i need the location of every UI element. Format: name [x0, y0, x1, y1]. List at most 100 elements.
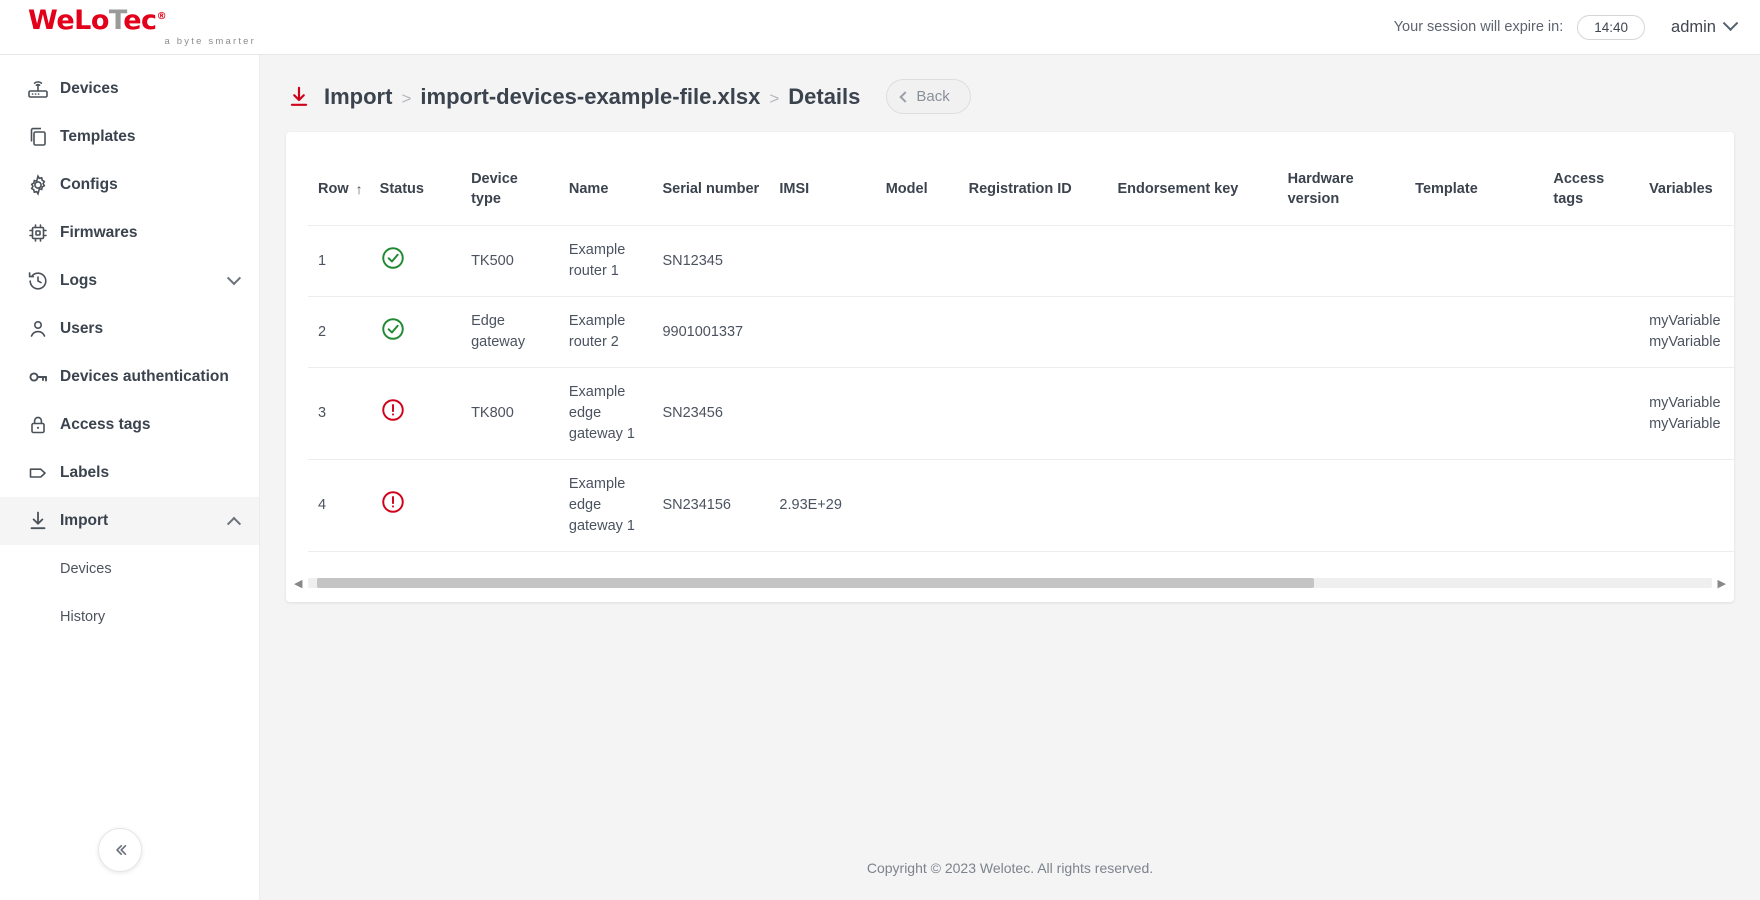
column-header-endorsement-key[interactable]: Endorsement key [1107, 132, 1278, 227]
cell-name: Example edge gateway 1 [558, 459, 653, 553]
page-header: Import > import-devices-example-file.xls… [260, 55, 1760, 114]
cell-hardware-version [1277, 459, 1406, 553]
cell-endorsement-key [1107, 225, 1278, 298]
error-circle-icon [380, 397, 406, 423]
cell-status [369, 459, 462, 553]
breadcrumb: Import > import-devices-example-file.xls… [324, 84, 860, 110]
cell-variables [1639, 459, 1734, 553]
table-scroll-viewport: Row ↑ Status Device type Name Serial num… [286, 132, 1734, 553]
sidebar-item-templates[interactable]: Templates [0, 113, 259, 161]
cell-row: 3 [308, 367, 370, 461]
top-bar-right: Your session will expire in: 14:40 admin [1394, 14, 1760, 40]
logo-part-2: T [108, 5, 124, 36]
column-header-device-type[interactable]: Device type [461, 132, 559, 227]
sidebar: Devices Templates Configs Firmwares Logs… [0, 55, 260, 900]
logo-part-1: WeLo [28, 5, 109, 36]
cell-hardware-version [1277, 296, 1406, 369]
chevron-down-icon [226, 271, 242, 286]
sidebar-item-configs[interactable]: Configs [0, 161, 259, 209]
cell-hardware-version [1277, 367, 1406, 461]
gear-icon [16, 173, 60, 197]
column-header-template[interactable]: Template [1405, 132, 1544, 227]
cell-serial-number: 9901001337 [652, 296, 770, 369]
tag-icon [16, 461, 60, 485]
chip-icon [16, 221, 60, 245]
cell-registration-id [958, 459, 1108, 553]
sidebar-item-firmwares[interactable]: Firmwares [0, 209, 259, 257]
table-row: 2 Edge gateway Example router 2 99010013… [308, 296, 1734, 369]
table-header-row: Row ↑ Status Device type Name Serial num… [308, 132, 1734, 227]
cell-model [875, 367, 959, 461]
cell-registration-id [958, 225, 1108, 298]
column-header-status[interactable]: Status [369, 132, 462, 227]
sidebar-item-label: Import [60, 512, 109, 529]
column-header-model[interactable]: Model [875, 132, 959, 227]
double-chevron-left-icon [110, 840, 130, 860]
sidebar-subitem-devices[interactable]: Devices [0, 545, 259, 593]
cell-row: 4 [308, 459, 370, 553]
column-header-serial-number[interactable]: Serial number [652, 132, 770, 227]
column-header-access-tags[interactable]: Access tags [1543, 132, 1640, 227]
breadcrumb-file[interactable]: import-devices-example-file.xlsx [420, 84, 760, 110]
import-details-table: Row ↑ Status Device type Name Serial num… [308, 132, 1734, 553]
sidebar-item-label: Devices [60, 80, 119, 97]
sidebar-item-devices[interactable]: Devices [0, 65, 259, 113]
cell-device-type [461, 459, 559, 553]
column-header-label: Row [318, 180, 349, 197]
cell-model [875, 459, 959, 553]
sidebar-item-label: Firmwares [60, 224, 138, 241]
cell-status [369, 296, 462, 369]
sidebar-item-labels[interactable]: Labels [0, 449, 259, 497]
user-name-label: admin [1671, 17, 1716, 36]
sort-asc-arrow-icon: ↑ [355, 181, 363, 198]
cell-template [1405, 459, 1544, 553]
column-header-row[interactable]: Row ↑ [308, 132, 370, 227]
sidebar-item-logs[interactable]: Logs [0, 257, 259, 305]
sidebar-item-access-tags[interactable]: Access tags [0, 401, 259, 449]
sidebar-item-users[interactable]: Users [0, 305, 259, 353]
cell-device-type: TK800 [461, 367, 559, 461]
column-header-registration-id[interactable]: Registration ID [958, 132, 1108, 227]
session-timer: 14:40 [1577, 14, 1646, 40]
sidebar-item-label: Devices authentication [60, 368, 229, 385]
back-button-label: Back [916, 88, 950, 105]
sidebar-item-label: Access tags [60, 416, 151, 433]
cell-template [1405, 296, 1544, 369]
user-menu[interactable]: admin [1671, 14, 1739, 37]
history-icon [16, 269, 60, 293]
logo-tagline: a byte smarter [164, 36, 256, 47]
table-row: 3 TK800 Example edge gateway 1 SN23456 m… [308, 367, 1734, 461]
breadcrumb-details: Details [788, 83, 861, 109]
sidebar-collapse-button[interactable] [98, 828, 142, 872]
cell-access-tags [1543, 225, 1640, 298]
column-header-name[interactable]: Name [558, 132, 653, 227]
cell-name: Example router 1 [558, 225, 653, 298]
column-header-imsi[interactable]: IMSI [769, 132, 876, 227]
cell-endorsement-key [1107, 296, 1278, 369]
scroll-right-arrow-icon[interactable]: ▶ [1718, 577, 1726, 590]
cell-endorsement-key [1107, 459, 1278, 553]
footer-copyright: Copyright © 2023 Welotec. All rights res… [866, 860, 1154, 876]
cell-access-tags [1543, 367, 1640, 461]
main-content: Import > import-devices-example-file.xls… [260, 55, 1760, 900]
sidebar-item-label: Configs [60, 176, 118, 193]
logo-wordmark: WeLoTec® [28, 7, 260, 34]
sidebar-item-devices-authentication[interactable]: Devices authentication [0, 353, 259, 401]
back-button[interactable]: Back [886, 79, 971, 114]
sidebar-item-label: Users [60, 320, 104, 337]
brand-logo[interactable]: WeLoTec® a byte smarter [0, 7, 260, 47]
column-header-hardware-version[interactable]: Hardware version [1277, 132, 1406, 227]
horizontal-scrollbar[interactable]: ◀ ▶ [294, 578, 1726, 590]
cell-model [875, 296, 959, 369]
scrollbar-thumb[interactable] [317, 578, 1314, 589]
sidebar-item-import[interactable]: Import [0, 497, 259, 545]
breadcrumb-import[interactable]: Import [324, 84, 392, 110]
error-circle-icon [380, 489, 406, 515]
cell-name: Example router 2 [558, 296, 653, 369]
scroll-left-arrow-icon[interactable]: ◀ [294, 577, 302, 590]
column-header-variables[interactable]: Variables [1639, 132, 1734, 227]
sidebar-subitem-history[interactable]: History [0, 593, 259, 641]
cell-imsi [769, 225, 876, 298]
check-circle-icon [380, 316, 406, 342]
cell-variables [1639, 225, 1734, 298]
